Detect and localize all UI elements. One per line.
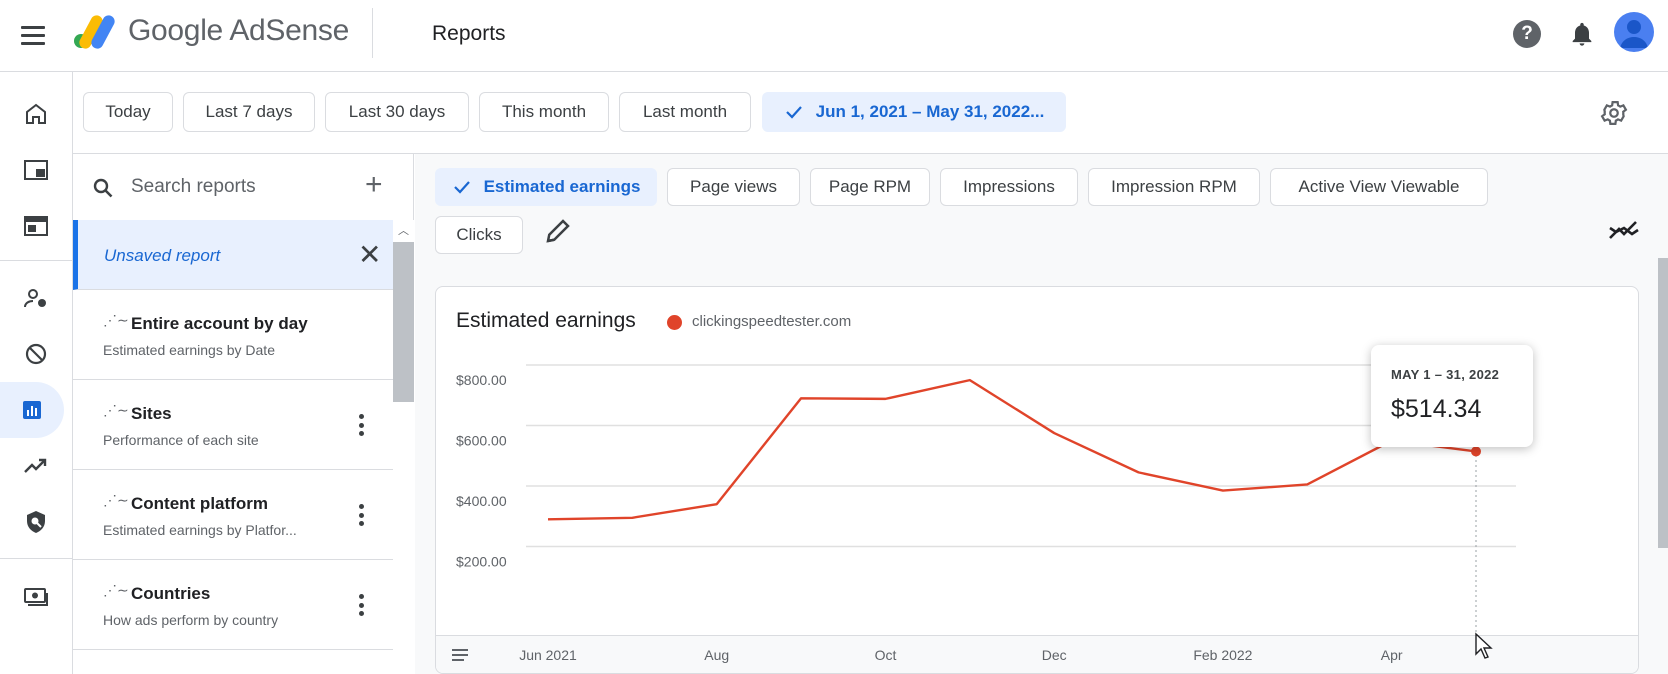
date-range-filter-bar: Today Last 7 days Last 30 days This mont… <box>73 72 1668 154</box>
nav-policy-center[interactable] <box>0 494 72 550</box>
report-item[interactable]: ⋰∼ Countries How ads perform by country <box>73 560 393 650</box>
nav-separator <box>0 558 72 559</box>
nav-blocking-controls[interactable] <box>0 326 72 382</box>
scroll-up-icon[interactable]: ︿ <box>398 222 409 238</box>
report-item[interactable]: ⋰∼ Content platform Estimated earnings b… <box>73 470 393 560</box>
settings-gear-icon[interactable] <box>1599 98 1629 128</box>
metric-estimated-earnings[interactable]: Estimated earnings <box>435 168 657 206</box>
sparkle-trend-icon: ⋰∼ <box>103 582 129 598</box>
chip-last-30-days[interactable]: Last 30 days <box>325 92 469 132</box>
account-icon <box>24 289 46 308</box>
my-ads-icon <box>24 160 48 180</box>
report-subtitle: How ads perform by country <box>103 612 279 628</box>
chart-tooltip: MAY 1 – 31, 2022 $514.34 <box>1371 345 1533 447</box>
unsaved-report-label: Unsaved report <box>104 246 221 265</box>
sparkle-trend-icon: ⋰∼ <box>103 402 129 418</box>
metric-page-views[interactable]: Page views <box>667 168 800 206</box>
report-title: Sites <box>131 404 172 423</box>
close-icon[interactable]: ✕ <box>358 238 381 271</box>
avatar-person-icon <box>1620 20 1648 48</box>
sparkle-trend-icon: ⋰∼ <box>103 492 129 508</box>
metric-page-rpm[interactable]: Page RPM <box>810 168 930 206</box>
metric-estimated-earnings-label: Estimated earnings <box>483 177 641 196</box>
metric-active-view-viewable[interactable]: Active View Viewable <box>1270 168 1488 206</box>
reports-icon <box>23 401 41 419</box>
main-scrollbar-thumb[interactable] <box>1658 258 1668 548</box>
account-avatar[interactable] <box>1614 12 1654 52</box>
report-search-row: + <box>73 154 393 220</box>
y-tick-label: $800.00 <box>456 372 507 388</box>
saved-reports-panel: + Unsaved report ✕ ⋰∼ Entire account by … <box>73 154 414 674</box>
sparkle-trend-icon: ⋰∼ <box>103 312 129 328</box>
chart-footer <box>436 635 1638 673</box>
report-subtitle: Estimated earnings by Date <box>103 342 275 358</box>
table-view-icon[interactable] <box>452 648 468 662</box>
chip-today[interactable]: Today <box>83 92 173 132</box>
brand-name[interactable]: Google AdSense <box>128 14 349 48</box>
mouse-cursor-icon <box>1475 632 1493 659</box>
policy-icon <box>27 511 45 533</box>
reports-scrollbar[interactable]: ︿ <box>393 220 414 674</box>
search-icon <box>93 178 113 198</box>
nav-payments[interactable] <box>0 568 72 624</box>
nav-reports[interactable] <box>0 382 64 438</box>
nav-home[interactable] <box>0 86 72 142</box>
report-title: Content platform <box>131 494 268 513</box>
y-tick-label: $600.00 <box>456 433 507 449</box>
nav-my-ads[interactable] <box>0 142 72 198</box>
sites-icon <box>24 216 48 236</box>
trend-comparison-icon[interactable] <box>1608 218 1640 244</box>
chip-this-month[interactable]: This month <box>479 92 609 132</box>
y-tick-label: $200.00 <box>456 554 507 570</box>
report-subtitle: Performance of each site <box>103 432 259 448</box>
chip-last-7-days[interactable]: Last 7 days <box>183 92 315 132</box>
more-options-icon[interactable] <box>359 504 365 526</box>
tooltip-date: MAY 1 – 31, 2022 <box>1391 367 1500 382</box>
data-point[interactable] <box>1471 446 1481 457</box>
report-item[interactable]: ⋰∼ Sites Performance of each site <box>73 380 393 470</box>
payments-icon <box>24 588 48 606</box>
more-options-icon[interactable] <box>359 414 365 436</box>
blocking-icon <box>25 343 47 365</box>
edit-pencil-icon[interactable] <box>543 216 573 246</box>
main-menu-icon[interactable] <box>18 20 48 50</box>
side-navigation <box>0 72 73 674</box>
report-title: Countries <box>131 584 211 603</box>
page-title: Reports <box>432 22 506 45</box>
metric-impressions[interactable]: Impressions <box>940 168 1078 206</box>
home-icon <box>26 103 46 124</box>
more-options-icon[interactable] <box>359 594 365 616</box>
notifications-bell-icon[interactable] <box>1568 19 1596 49</box>
header-divider <box>372 8 373 58</box>
report-main-area: Estimated earnings Page views Page RPM I… <box>415 154 1668 674</box>
metric-impression-rpm[interactable]: Impression RPM <box>1088 168 1260 206</box>
nav-optimization[interactable] <box>0 438 72 494</box>
help-icon[interactable]: ? <box>1513 20 1541 48</box>
y-tick-label: $400.00 <box>456 493 507 509</box>
adsense-logo-icon <box>74 15 115 49</box>
chip-custom-date-range-label: Jun 1, 2021 – May 31, 2022... <box>815 102 1045 121</box>
chip-last-month[interactable]: Last month <box>619 92 751 132</box>
nav-sites[interactable] <box>0 198 72 254</box>
top-app-bar: Google AdSense Reports ? <box>0 0 1668 72</box>
earnings-chart-card: Estimated earnings clickingspeedtester.c… <box>435 286 1639 674</box>
report-item-unsaved[interactable]: Unsaved report ✕ <box>73 220 393 290</box>
check-icon <box>453 181 470 194</box>
report-item[interactable]: ⋰∼ Entire account by day Estimated earni… <box>73 290 393 380</box>
series-line[interactable] <box>547 378 1477 521</box>
chip-custom-date-range[interactable]: Jun 1, 2021 – May 31, 2022... <box>762 92 1066 132</box>
search-reports-input[interactable] <box>131 172 351 202</box>
report-title: Entire account by day <box>131 314 308 333</box>
metric-clicks[interactable]: Clicks <box>435 216 523 254</box>
nav-account[interactable] <box>0 270 72 326</box>
optimization-icon <box>24 458 47 473</box>
nav-separator <box>0 260 72 261</box>
tooltip-value: $514.34 <box>1391 395 1482 423</box>
report-subtitle: Estimated earnings by Platfor... <box>103 522 297 538</box>
add-report-icon[interactable]: + <box>365 170 383 200</box>
check-icon <box>785 106 802 119</box>
reports-scrollbar-thumb[interactable] <box>393 242 414 402</box>
